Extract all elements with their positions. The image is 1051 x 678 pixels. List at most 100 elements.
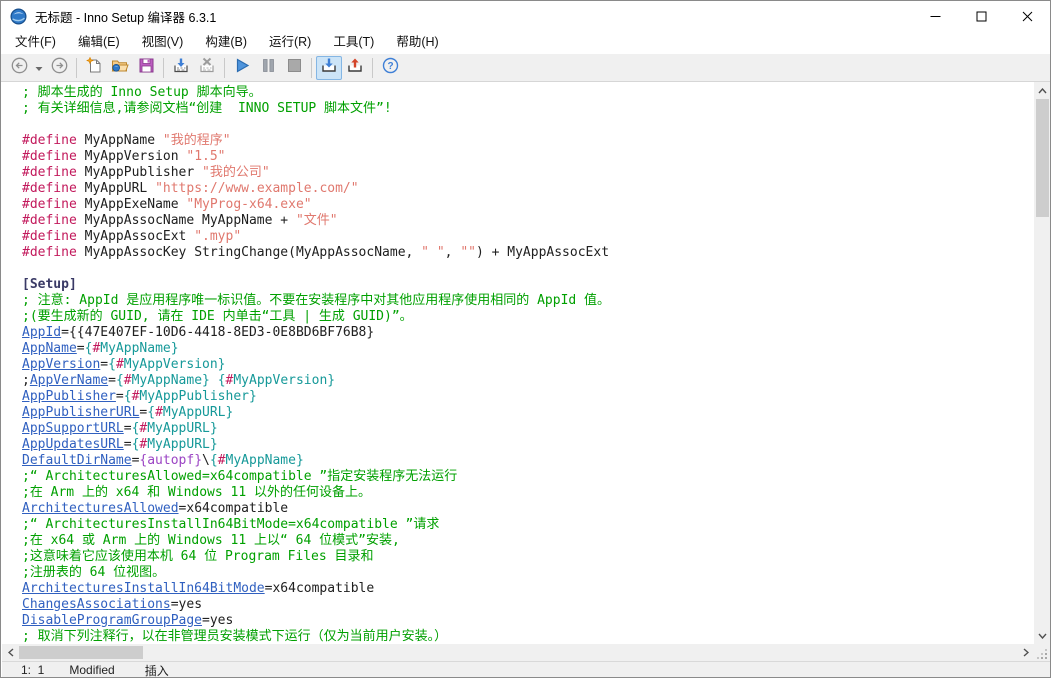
window-controls xyxy=(912,1,1050,31)
new-script-button[interactable] xyxy=(81,56,107,80)
menu-run[interactable]: 运行(R) xyxy=(258,31,322,54)
stop-compile-button[interactable] xyxy=(194,56,220,80)
code-line: #define MyAppExeName "MyProg-x64.exe" xyxy=(22,197,1034,213)
toolbar-separator xyxy=(372,58,373,78)
run-button[interactable] xyxy=(229,56,255,80)
menu-build[interactable]: 构建(B) xyxy=(194,31,258,54)
compile-icon xyxy=(172,57,190,79)
chevron-down-icon xyxy=(35,59,43,77)
code-line: #define MyAppAssocExt ".myp" xyxy=(22,229,1034,245)
pause-icon xyxy=(261,58,276,78)
horizontal-scrollbar[interactable] xyxy=(2,644,1034,661)
code-line: ;这意味着它应该使用本机 64 位 Program Files 目录和 xyxy=(22,549,1034,565)
vertical-scroll-thumb[interactable] xyxy=(1036,99,1049,217)
vertical-scrollbar[interactable] xyxy=(1034,82,1051,644)
target-uninstall-icon xyxy=(346,57,364,79)
code-line: AppVersion={#MyAppVersion} xyxy=(22,357,1034,373)
code-line: AppName={#MyAppName} xyxy=(22,341,1034,357)
code-line xyxy=(22,117,1034,133)
code-line: #define MyAppVersion "1.5" xyxy=(22,149,1034,165)
modified-indicator: Modified xyxy=(69,663,114,677)
horizontal-scrollbar-row xyxy=(2,644,1051,661)
target-uninstall-button[interactable] xyxy=(342,56,368,80)
code-line xyxy=(22,261,1034,277)
forward-button[interactable] xyxy=(46,56,72,80)
code-line: ArchitecturesInstallIn64BitMode=x64compa… xyxy=(22,581,1034,597)
new-file-icon xyxy=(86,57,103,79)
code-line: ;(要生成新的 GUID, 请在 IDE 内单击“工具 | 生成 GUID)”。 xyxy=(22,309,1034,325)
menu-tools[interactable]: 工具(T) xyxy=(322,31,385,54)
terminate-square-icon xyxy=(287,58,302,78)
code-line: ; 注意: AppId 是应用程序唯一标识值。不要在安装程序中对其他应用程序使用… xyxy=(22,293,1034,309)
save-floppy-icon xyxy=(138,57,155,79)
window-title: 无标题 - Inno Setup 编译器 6.3.1 xyxy=(35,7,216,26)
target-setup-icon xyxy=(320,57,338,79)
toolbar-separator xyxy=(163,58,164,78)
code-line: AppSupportURL={#MyAppURL} xyxy=(22,421,1034,437)
toolbar-separator xyxy=(224,58,225,78)
back-button[interactable] xyxy=(6,56,32,80)
insert-mode-indicator: 插入 xyxy=(145,662,169,678)
target-setup-button[interactable] xyxy=(316,56,342,80)
toolbar-separator xyxy=(76,58,77,78)
compile-button[interactable] xyxy=(168,56,194,80)
arrow-left-circle-icon xyxy=(11,57,28,79)
horizontal-scroll-thumb[interactable] xyxy=(19,646,143,659)
run-play-icon xyxy=(234,57,251,79)
code-line: ArchitecturesAllowed=x64compatible xyxy=(22,501,1034,517)
menu-help[interactable]: 帮助(H) xyxy=(385,31,449,54)
code-area[interactable]: ; 脚本生成的 Inno Setup 脚本向导。; 有关详细信息,请参阅文档“创… xyxy=(2,82,1034,644)
code-line: AppUpdatesURL={#MyAppURL} xyxy=(22,437,1034,453)
toolbar: ? xyxy=(1,54,1050,82)
code-line: ;在 Arm 上的 x64 和 Windows 11 以外的任何设备上。 xyxy=(22,485,1034,501)
stop-compile-icon xyxy=(198,57,216,79)
code-line: ;“ ArchitecturesAllowed=x64compatible ”指… xyxy=(22,469,1034,485)
scroll-up-button[interactable] xyxy=(1034,82,1051,99)
terminate-button[interactable] xyxy=(281,56,307,80)
caret-position: 1: 1 xyxy=(21,663,44,677)
code-line: #define MyAppPublisher "我的公司" xyxy=(22,165,1034,181)
code-line: #define MyAppURL "https://www.example.co… xyxy=(22,181,1034,197)
code-line: #define MyAppAssocKey StringChange(MyApp… xyxy=(22,245,1034,261)
code-line: ;AppVerName={#MyAppName} {#MyAppVersion} xyxy=(22,373,1034,389)
close-button[interactable] xyxy=(1004,1,1050,31)
inno-setup-window: 无标题 - Inno Setup 编译器 6.3.1 文件(F) 编辑(E) 视… xyxy=(0,0,1051,678)
arrow-right-circle-icon xyxy=(51,57,68,79)
code-line: AppPublisher={#MyAppPublisher} xyxy=(22,389,1034,405)
code-line: ; 脚本生成的 Inno Setup 脚本向导。 xyxy=(22,85,1034,101)
maximize-button[interactable] xyxy=(958,1,1004,31)
title-bar: 无标题 - Inno Setup 编译器 6.3.1 xyxy=(1,1,1050,31)
save-script-button[interactable] xyxy=(133,56,159,80)
code-line: ;“ ArchitecturesInstallIn64BitMode=x64co… xyxy=(22,517,1034,533)
help-icon: ? xyxy=(382,57,399,79)
back-history-button[interactable] xyxy=(32,56,46,80)
toolbar-separator xyxy=(311,58,312,78)
help-button[interactable]: ? xyxy=(377,56,403,80)
inno-setup-app-icon xyxy=(10,8,27,25)
code-line: ;注册表的 64 位视图。 xyxy=(22,565,1034,581)
menu-file[interactable]: 文件(F) xyxy=(4,31,67,54)
svg-text:?: ? xyxy=(387,61,393,72)
code-line: #define MyAppAssocName MyAppName + "文件" xyxy=(22,213,1034,229)
scroll-left-button[interactable] xyxy=(2,644,19,661)
resize-grip-icon[interactable] xyxy=(1016,634,1049,678)
script-editor: ; 脚本生成的 Inno Setup 脚本向导。; 有关详细信息,请参阅文档“创… xyxy=(2,82,1051,644)
code-line: AppId={{47E407EF-10D6-4418-8ED3-0E8BD6BF… xyxy=(22,325,1034,341)
menu-edit[interactable]: 编辑(E) xyxy=(67,31,131,54)
menu-view[interactable]: 视图(V) xyxy=(131,31,195,54)
code-line: ;在 x64 或 Arm 上的 Windows 11 上以“ 64 位模式”安装… xyxy=(22,533,1034,549)
code-line: ; 有关详细信息,请参阅文档“创建 INNO SETUP 脚本文件”! xyxy=(22,101,1034,117)
minimize-button[interactable] xyxy=(912,1,958,31)
code-line: #define MyAppName "我的程序" xyxy=(22,133,1034,149)
code-line: DisableProgramGroupPage=yes xyxy=(22,613,1034,629)
code-line: [Setup] xyxy=(22,277,1034,293)
status-bar: 1: 1 Modified 插入 xyxy=(2,661,1051,678)
menu-bar: 文件(F) 编辑(E) 视图(V) 构建(B) 运行(R) 工具(T) 帮助(H… xyxy=(1,31,1050,54)
pause-button[interactable] xyxy=(255,56,281,80)
code-line: ChangesAssociations=yes xyxy=(22,597,1034,613)
code-line: AppPublisherURL={#MyAppURL} xyxy=(22,405,1034,421)
open-script-button[interactable] xyxy=(107,56,133,80)
open-folder-icon xyxy=(111,57,129,79)
code-line: ; 取消下列注释行，以在非管理员安装模式下运行（仅为当前用户安装。） xyxy=(22,629,1034,644)
code-line: DefaultDirName={autopf}\{#MyAppName} xyxy=(22,453,1034,469)
